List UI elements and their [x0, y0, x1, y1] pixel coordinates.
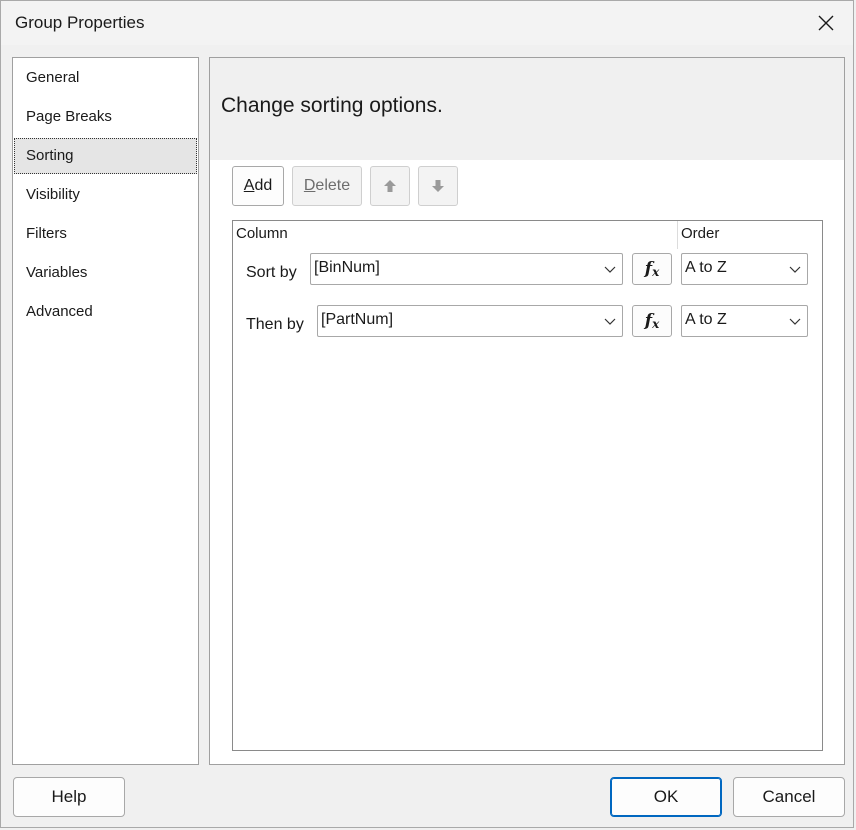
nav-item-sorting[interactable]: Sorting: [14, 138, 197, 174]
group-properties-dialog: Group Properties General Page Breaks Sor…: [0, 0, 854, 828]
nav-item-general[interactable]: General: [14, 60, 197, 96]
help-button[interactable]: Help: [13, 777, 125, 817]
dialog-title: Group Properties: [15, 13, 145, 32]
sort-grid: Column Order Sort by [BinNum] fx A to Z …: [232, 220, 823, 751]
close-icon: [818, 15, 834, 31]
move-down-button[interactable]: [418, 166, 458, 206]
move-up-button[interactable]: [370, 166, 410, 206]
cancel-button[interactable]: Cancel: [733, 777, 845, 817]
nav-item-advanced[interactable]: Advanced: [14, 294, 197, 330]
header-divider: [677, 221, 678, 249]
category-nav: General Page Breaks Sorting Visibility F…: [12, 57, 199, 765]
column-header: Column: [236, 225, 288, 242]
add-button[interactable]: Add: [232, 166, 284, 206]
sorting-panel: Change sorting options. Add Delete Colum…: [209, 57, 845, 765]
ok-button[interactable]: OK: [610, 777, 722, 817]
sort-by-expression-button[interactable]: fx: [632, 253, 672, 285]
title-bar: Group Properties: [1, 1, 853, 45]
arrow-up-icon: [384, 180, 396, 192]
fx-icon: fx: [644, 311, 660, 331]
sort-by-order-select[interactable]: A to Z: [681, 253, 808, 285]
nav-item-page-breaks[interactable]: Page Breaks: [14, 99, 197, 135]
panel-banner: Change sorting options.: [210, 58, 844, 160]
chevron-down-icon: [604, 266, 616, 273]
arrow-down-icon: [432, 180, 444, 192]
chevron-down-icon: [604, 318, 616, 325]
chevron-down-icon: [789, 318, 801, 325]
sort-by-label: Sort by: [246, 264, 297, 281]
fx-icon: fx: [644, 259, 660, 279]
nav-item-filters[interactable]: Filters: [14, 216, 197, 252]
order-header: Order: [681, 225, 720, 242]
then-by-order-select[interactable]: A to Z: [681, 305, 808, 337]
chevron-down-icon: [789, 266, 801, 273]
sort-by-column-select[interactable]: [BinNum]: [310, 253, 623, 285]
nav-item-variables[interactable]: Variables: [14, 255, 197, 291]
then-by-column-select[interactable]: [PartNum]: [317, 305, 623, 337]
delete-button[interactable]: Delete: [292, 166, 362, 206]
close-button[interactable]: [803, 3, 849, 43]
then-by-expression-button[interactable]: fx: [632, 305, 672, 337]
then-by-label: Then by: [246, 316, 304, 333]
nav-item-visibility[interactable]: Visibility: [14, 177, 197, 213]
panel-heading: Change sorting options.: [221, 94, 443, 117]
